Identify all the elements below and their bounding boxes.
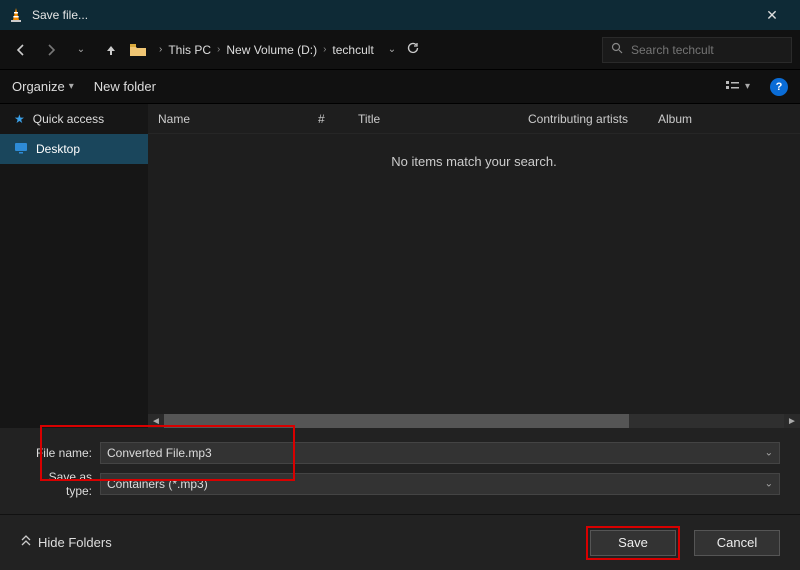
back-button[interactable] [8, 37, 34, 63]
search-box[interactable] [602, 37, 792, 63]
empty-message: No items match your search. [148, 134, 800, 169]
saveastype-input[interactable]: Containers (*.mp3) ⌄ [100, 473, 780, 495]
saveastype-value: Containers (*.mp3) [107, 477, 208, 491]
chevron-down-icon[interactable]: ⌄ [765, 479, 773, 490]
view-options-button[interactable]: ▾ [725, 80, 750, 94]
hide-folders-label: Hide Folders [38, 535, 112, 550]
breadcrumb-dropdown[interactable]: ⌄ [388, 44, 396, 55]
filename-label: File name: [20, 446, 100, 460]
horizontal-scrollbar[interactable]: ◄ ► [148, 414, 800, 428]
file-area: Name # Title Contributing artists Album … [148, 104, 800, 428]
star-icon: ★ [14, 112, 25, 126]
chevron-collapse-icon [20, 535, 32, 550]
nav-bar: ⌄ › This PC › New Volume (D:) › techcult… [0, 30, 800, 70]
search-icon [611, 42, 623, 57]
help-button[interactable]: ? [770, 78, 788, 96]
breadcrumb[interactable]: › This PC › New Volume (D:) › techcult ⌄ [152, 37, 598, 63]
breadcrumb-volume[interactable]: New Volume (D:) [226, 43, 317, 57]
scrollbar-track[interactable] [164, 414, 784, 428]
chevron-down-icon: ▾ [69, 81, 74, 92]
breadcrumb-this-pc[interactable]: This PC [168, 43, 211, 57]
recent-locations-button[interactable]: ⌄ [68, 37, 94, 63]
fields-panel: File name: Converted File.mp3 ⌄ Save as … [0, 428, 800, 514]
saveastype-row: Save as type: Containers (*.mp3) ⌄ [20, 470, 780, 498]
chevron-right-icon: › [217, 44, 220, 55]
desktop-icon [14, 142, 28, 157]
window-title: Save file... [32, 8, 752, 22]
scroll-right-icon[interactable]: ► [784, 416, 800, 427]
column-header-title[interactable]: Title [348, 112, 518, 126]
filename-input[interactable]: Converted File.mp3 ⌄ [100, 442, 780, 464]
sidebar: ★ Quick access Desktop [0, 104, 148, 428]
highlight-save: Save [586, 526, 680, 560]
refresh-button[interactable] [406, 41, 420, 58]
folder-icon [128, 43, 148, 57]
sidebar-item-quick-access[interactable]: ★ Quick access [0, 104, 148, 134]
close-button[interactable]: ✕ [752, 7, 792, 24]
cancel-button[interactable]: Cancel [694, 530, 780, 556]
search-input[interactable] [631, 43, 786, 57]
filename-value: Converted File.mp3 [107, 446, 212, 460]
up-button[interactable] [98, 37, 124, 63]
chevron-down-icon[interactable]: ⌄ [765, 448, 773, 459]
vlc-cone-icon [8, 7, 24, 23]
column-header-album[interactable]: Album [648, 112, 728, 126]
chevron-down-icon: ▾ [745, 81, 750, 92]
breadcrumb-folder[interactable]: techcult [332, 43, 373, 57]
footer: Hide Folders Save Cancel [0, 514, 800, 570]
save-button[interactable]: Save [590, 530, 676, 556]
organize-label: Organize [12, 79, 65, 94]
title-bar: Save file... ✕ [0, 0, 800, 30]
filename-row: File name: Converted File.mp3 ⌄ [20, 442, 780, 464]
new-folder-button[interactable]: New folder [94, 79, 156, 94]
column-header-number[interactable]: # [308, 112, 348, 126]
column-header-name[interactable]: Name [148, 112, 308, 126]
sidebar-item-desktop[interactable]: Desktop [0, 134, 148, 164]
sidebar-item-label: Desktop [36, 142, 80, 156]
forward-button[interactable] [38, 37, 64, 63]
column-header-contrib[interactable]: Contributing artists [518, 112, 648, 126]
scroll-left-icon[interactable]: ◄ [148, 416, 164, 427]
saveastype-label: Save as type: [20, 470, 100, 498]
column-headers: Name # Title Contributing artists Album [148, 104, 800, 134]
toolbar: Organize ▾ New folder ▾ ? [0, 70, 800, 104]
chevron-right-icon: › [323, 44, 326, 55]
organize-button[interactable]: Organize ▾ [12, 79, 74, 94]
scrollbar-thumb[interactable] [164, 414, 629, 428]
hide-folders-button[interactable]: Hide Folders [20, 535, 112, 550]
body: ★ Quick access Desktop Name # Title Cont… [0, 104, 800, 428]
chevron-right-icon: › [159, 44, 162, 55]
sidebar-item-label: Quick access [33, 112, 104, 126]
